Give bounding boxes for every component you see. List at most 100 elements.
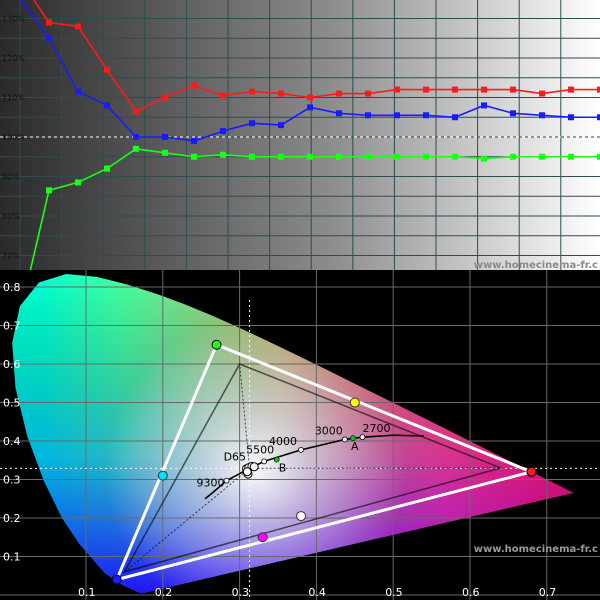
series-point (365, 112, 371, 119)
series-point (278, 153, 284, 160)
measured-grey-point (249, 462, 259, 472)
watermark-top: www.homecinema-fr.c (474, 260, 598, 271)
cct-marker (341, 436, 348, 443)
x-tick-label: 0.6 (462, 586, 480, 599)
series-point (452, 86, 458, 93)
series-point (307, 153, 313, 160)
x-tick-label: 0.5 (385, 586, 403, 599)
series-point (133, 134, 139, 140)
cct-label: 9300 (197, 477, 225, 490)
y-tick-label: 90% (2, 173, 20, 182)
series-point (104, 66, 110, 73)
series-point (452, 114, 458, 121)
measured-secondary-point (349, 397, 360, 408)
y-tick-label: 100% (2, 133, 25, 142)
y-tick-label: 70% (2, 252, 20, 261)
series-point (46, 19, 52, 26)
watermark-bottom: www.homecinema-fr.c (474, 544, 598, 555)
cie-gamut-chart: 0.1 0.2 0.3 0.4 0.5 0.6 0.7 0.8 0.7 0.6 0.5 0.4 0.3 0… (0, 270, 600, 600)
measured-secondary-point (157, 470, 168, 481)
series-point (481, 155, 487, 162)
series-point (510, 153, 516, 160)
measured-primary-point (211, 339, 222, 350)
y-tick-label: 0.6 (3, 358, 21, 371)
series-point (162, 94, 168, 101)
series-point (162, 149, 168, 156)
x-tick-label: 0.3 (232, 586, 250, 599)
series-point (249, 120, 255, 127)
series-point (75, 23, 81, 30)
cct-marker (261, 458, 268, 465)
calibration-screen: 130%120%110%100%90%80%70%60% www.homecin… (0, 0, 600, 600)
cct-marker (298, 446, 304, 453)
series-point (423, 153, 429, 160)
series-point (162, 134, 168, 140)
series-point (75, 88, 81, 95)
series-point (75, 179, 81, 186)
cct-marker (359, 434, 366, 441)
series-point (46, 35, 52, 42)
series-point (249, 88, 255, 95)
rgb-balance-chart: 130%120%110%100%90%80%70%60% www.homecin… (0, 0, 600, 315)
series-point (423, 112, 429, 119)
series-point (423, 86, 429, 93)
y-tick-label: 0.2 (3, 512, 21, 525)
series-point (220, 128, 226, 135)
x-tick-label: 0.1 (78, 586, 96, 599)
series-point (481, 102, 487, 109)
y-tick-label: 0.4 (3, 435, 21, 448)
cct-label: 4000 (269, 435, 297, 448)
series-point (191, 82, 197, 89)
y-tick-label: 0.3 (3, 474, 21, 487)
series-point (46, 187, 52, 194)
series-point (307, 94, 313, 101)
series-point (568, 114, 574, 121)
x-tick-label: 0.2 (155, 586, 173, 599)
measured-primary-point (111, 574, 122, 585)
series-point (104, 102, 110, 109)
series-point (394, 153, 400, 160)
x-tick-label: 0.4 (308, 586, 326, 599)
measured-primary-point (526, 466, 537, 477)
series-point (307, 104, 313, 111)
y-tick-label: 80% (2, 212, 20, 221)
y-tick-label: 0.1 (3, 551, 21, 564)
x-tick-label: 0.7 (539, 586, 557, 599)
series-point (249, 153, 255, 160)
series-point (133, 145, 139, 152)
series-point (220, 151, 226, 158)
y-tick-label: 120% (2, 54, 25, 63)
series-point (539, 112, 545, 119)
series-point (394, 112, 400, 119)
series-point (104, 165, 110, 172)
series-point (220, 92, 226, 99)
series-point (336, 153, 342, 160)
series-point (568, 86, 574, 93)
measured-grey-point (242, 467, 252, 477)
series-point (336, 90, 342, 97)
measured-secondary-point (257, 532, 268, 543)
white-point-label: D65 (224, 450, 246, 463)
y-tick-label: 130% (2, 15, 25, 24)
series-point (278, 122, 284, 129)
series-point (365, 153, 371, 160)
illuminant-label: B (279, 462, 287, 475)
series-point (539, 90, 545, 97)
series-point (365, 90, 371, 97)
series-point (539, 153, 545, 160)
series-point (510, 86, 516, 93)
series-point (336, 110, 342, 117)
cct-marker (223, 477, 230, 484)
y-tick-label: 0.8 (3, 281, 21, 294)
y-tick-label: 0.5 (3, 397, 21, 410)
series-point (568, 153, 574, 160)
series-point (278, 90, 284, 97)
series-point (452, 153, 458, 160)
cct-label: 2700 (362, 422, 390, 435)
y-tick-label: 110% (2, 94, 25, 103)
y-tick-label: 0.7 (3, 320, 21, 333)
series-point (133, 108, 139, 115)
series-point (191, 137, 197, 144)
series-point (510, 110, 516, 117)
measured-extra-point (296, 511, 307, 522)
